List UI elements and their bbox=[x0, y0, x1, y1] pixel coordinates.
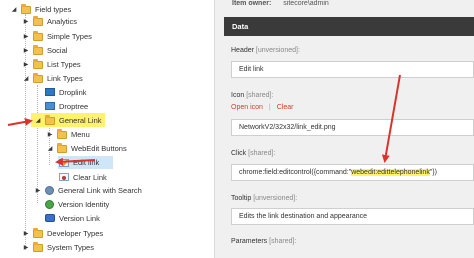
folder-icon bbox=[57, 142, 67, 153]
tree-item-analytics[interactable]: ▶ Analytics bbox=[22, 15, 77, 27]
click-field[interactable]: chrome:field:editcontrol({command:" webed… bbox=[231, 164, 474, 181]
field-label-parameters: Parameters [shared]: bbox=[231, 238, 297, 245]
tree-item-label: Clear Link bbox=[73, 172, 107, 182]
tree-item-webedit-buttons[interactable]: ◢ WebEdit Buttons bbox=[46, 142, 127, 154]
collapse-arrow-icon[interactable]: ◢ bbox=[34, 114, 42, 126]
folder-icon bbox=[57, 128, 67, 139]
owner-label: Item owner: bbox=[232, 0, 272, 7]
tree-item-droptree[interactable]: Droptree bbox=[34, 100, 88, 112]
tree-item-version-identity[interactable]: Version Identity bbox=[34, 198, 109, 210]
tree-item-general-link-with-search[interactable]: ▶ General Link with Search bbox=[34, 184, 142, 196]
folder-icon bbox=[33, 58, 43, 69]
tree-item-label: Analytics bbox=[47, 16, 78, 26]
collapse-arrow-icon[interactable]: ◢ bbox=[46, 142, 54, 154]
tree-item-label: Link Types bbox=[47, 73, 83, 83]
expand-arrow-icon[interactable]: ▶ bbox=[22, 30, 30, 42]
tree-item-system-types[interactable]: ▶ System Types bbox=[22, 241, 94, 253]
tree-item-social[interactable]: ▶ Social bbox=[22, 44, 67, 56]
tree-item-label: Droplink bbox=[59, 87, 87, 97]
folder-icon bbox=[33, 15, 43, 26]
expand-arrow-icon[interactable]: ▶ bbox=[22, 58, 30, 70]
field-type-icon bbox=[45, 102, 55, 110]
panel-divider bbox=[214, 0, 215, 258]
separator: | bbox=[268, 104, 271, 111]
folder-icon bbox=[33, 72, 43, 83]
expand-arrow-icon[interactable]: ▶ bbox=[22, 227, 30, 239]
expand-arrow-icon[interactable]: ▶ bbox=[46, 128, 54, 140]
tree-item-label: Version Identity bbox=[58, 199, 110, 209]
tree-item-developer-types[interactable]: ▶ Developer Types bbox=[22, 227, 103, 239]
folder-icon bbox=[33, 227, 43, 238]
tree-item-field-types[interactable]: ◢ Field types bbox=[10, 3, 71, 15]
tree-item-label: Simple Types bbox=[47, 31, 92, 41]
tree-item-label: Menu bbox=[71, 129, 90, 139]
content-tree: ◢ Field types ▶ Analytics ▶ Simple Types… bbox=[0, 0, 214, 258]
expand-arrow-icon[interactable]: ▶ bbox=[22, 44, 30, 56]
tree-item-label: WebEdit Buttons bbox=[71, 143, 127, 153]
tree-item-label: System Types bbox=[47, 242, 94, 252]
field-label-header: Header [unversioned]: bbox=[231, 47, 300, 54]
header-field[interactable]: Edit link bbox=[231, 61, 474, 78]
tree-item-label: General Link bbox=[59, 115, 102, 125]
field-label-click: Click [shared]: bbox=[231, 150, 276, 157]
tree-item-general-link[interactable]: ◢ General Link bbox=[31, 113, 105, 127]
tree-item-version-link[interactable]: Version Link bbox=[34, 212, 100, 224]
tree-item-clear-link[interactable]: Clear Link bbox=[58, 171, 107, 183]
folder-icon bbox=[33, 241, 43, 252]
field-label-tooltip: Tooltip [unversioned]: bbox=[231, 195, 298, 202]
collapse-arrow-icon[interactable]: ◢ bbox=[10, 3, 18, 15]
version-icon bbox=[45, 199, 54, 209]
field-type-icon bbox=[45, 88, 55, 96]
field-label-icon: Icon [shared]: bbox=[231, 92, 274, 99]
tree-item-simple-types[interactable]: ▶ Simple Types bbox=[22, 30, 92, 42]
expand-arrow-icon[interactable]: ▶ bbox=[34, 184, 42, 196]
tree-item-label: Droptree bbox=[59, 101, 89, 111]
expand-arrow-icon[interactable]: ▶ bbox=[22, 241, 30, 253]
tree-item-label: Edit link bbox=[73, 158, 100, 167]
section-header-data[interactable]: Data bbox=[224, 17, 474, 36]
folder-icon bbox=[45, 114, 55, 125]
version-link-icon bbox=[45, 214, 55, 222]
tree-item-droplink[interactable]: Droplink bbox=[34, 86, 87, 98]
folder-icon bbox=[33, 44, 43, 55]
icon-path-field[interactable]: NetworkV2/32x32/link_edit.png bbox=[231, 119, 474, 136]
tooltip-field[interactable]: Edits the link destination and appearanc… bbox=[231, 208, 474, 225]
tree-item-label: List Types bbox=[47, 59, 81, 69]
icon-actions: Open icon | Clear bbox=[231, 104, 293, 111]
expand-arrow-icon[interactable]: ▶ bbox=[22, 15, 30, 27]
tree-item-link-types[interactable]: ◢ Link Types bbox=[22, 72, 83, 84]
edit-link-icon bbox=[59, 158, 69, 167]
section-title: Data bbox=[232, 22, 249, 31]
folder-icon bbox=[21, 3, 31, 14]
open-icon-link[interactable]: Open icon bbox=[231, 104, 263, 111]
tree-item-list-types[interactable]: ▶ List Types bbox=[22, 58, 81, 70]
owner-row: Item owner: sitecore\admin bbox=[232, 0, 329, 9]
highlighted-command: webedit:edittelephonelink bbox=[351, 169, 430, 176]
clear-icon-link[interactable]: Clear bbox=[277, 104, 294, 111]
tree-item-menu[interactable]: ▶ Menu bbox=[46, 128, 90, 140]
tree-item-label: Social bbox=[47, 45, 68, 55]
tree-item-label: Field types bbox=[35, 4, 72, 14]
collapse-arrow-icon[interactable]: ◢ bbox=[22, 72, 30, 84]
gear-icon bbox=[45, 185, 54, 195]
tree-item-label: Developer Types bbox=[47, 228, 104, 238]
folder-icon bbox=[33, 30, 43, 41]
clear-link-icon bbox=[59, 173, 69, 181]
owner-value: sitecore\admin bbox=[283, 0, 329, 7]
tree-item-label: Version Link bbox=[59, 213, 100, 223]
tree-item-edit-link[interactable]: Edit link bbox=[58, 156, 113, 169]
tree-item-label: General Link with Search bbox=[58, 185, 142, 195]
